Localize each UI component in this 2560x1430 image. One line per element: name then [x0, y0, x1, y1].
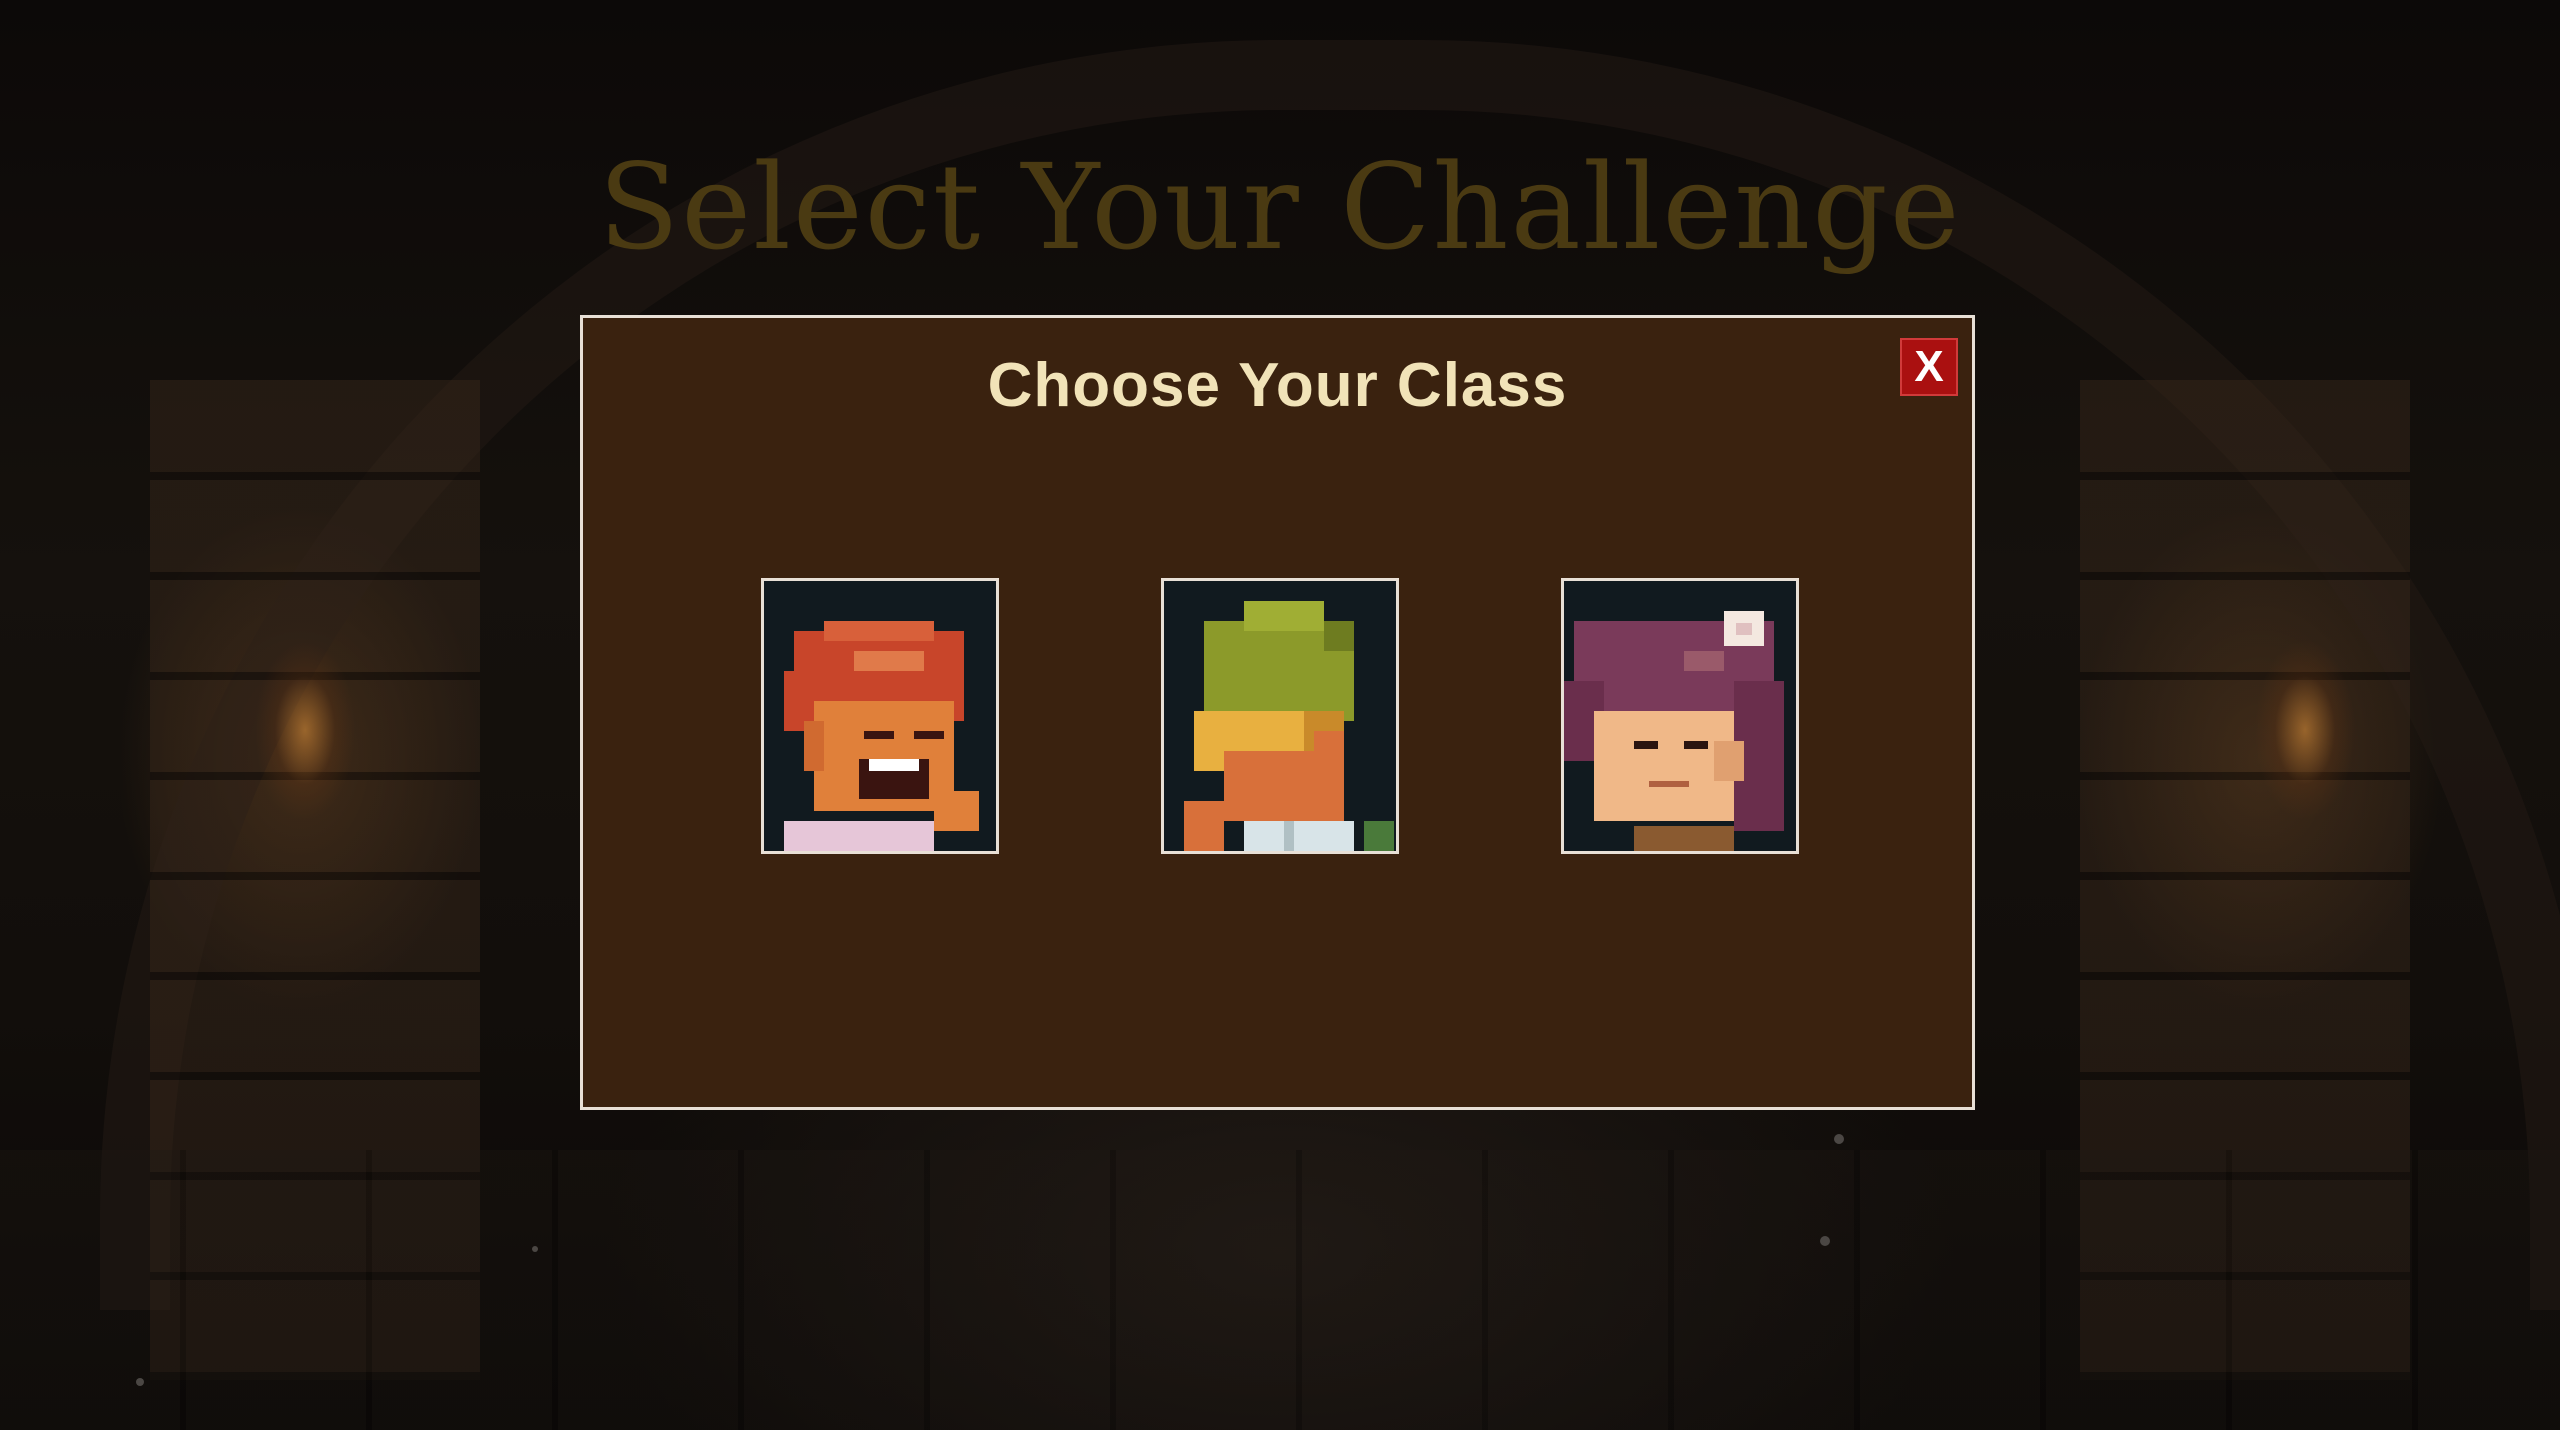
red-haired-hero-portrait	[764, 581, 996, 851]
purple-haired-hero-portrait	[1564, 581, 1796, 851]
stone-floor	[0, 1150, 2560, 1430]
screen-title: Select Your Challenge	[598, 138, 1962, 276]
dialog-title: Choose Your Class	[987, 351, 1568, 420]
class-option-1[interactable]	[761, 578, 999, 854]
close-button[interactable]: X	[1900, 338, 1958, 396]
class-option-2[interactable]	[1161, 578, 1399, 854]
dust-particle	[1834, 1134, 1844, 1144]
dust-particle	[136, 1378, 144, 1386]
green-hat-hero-portrait	[1164, 581, 1396, 851]
class-select-dialog: Choose Your Class X	[580, 315, 1975, 1110]
left-torch	[250, 640, 360, 840]
class-option-3[interactable]	[1561, 578, 1799, 854]
dust-particle	[1820, 1236, 1830, 1246]
dust-particle	[532, 1246, 538, 1252]
right-torch	[2250, 640, 2360, 840]
